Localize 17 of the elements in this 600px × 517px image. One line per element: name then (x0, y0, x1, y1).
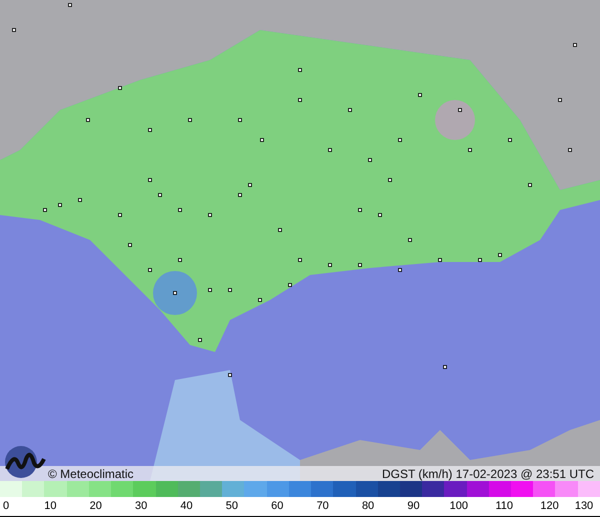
copyright-text: © Meteoclimatic (48, 466, 134, 480)
scale-tick-label: 60 (271, 500, 284, 512)
scale-tick-label: 30 (135, 500, 148, 512)
map-caption: DGST (km/h) 17-02-2023 @ 23:51 UTC (382, 466, 594, 480)
scale-tick-label: 40 (180, 500, 193, 512)
scale-tick-label: 0 (2, 500, 10, 512)
scale-tick-label: 90 (407, 500, 420, 512)
scale-tick-label: 10 (44, 500, 56, 512)
scale-tick-label: 20 (90, 500, 102, 512)
scale-tick-label: 130 (574, 500, 594, 512)
logo-icon (4, 445, 46, 479)
scale-tick-label: 110 (495, 500, 513, 512)
scale-tick-label: 100 (450, 500, 468, 512)
scale-tick-label: 50 (226, 500, 238, 512)
scale-tick-label: 80 (362, 500, 374, 512)
scale-tick-label: 70 (316, 500, 329, 512)
scale-tick-label: 120 (540, 500, 559, 512)
